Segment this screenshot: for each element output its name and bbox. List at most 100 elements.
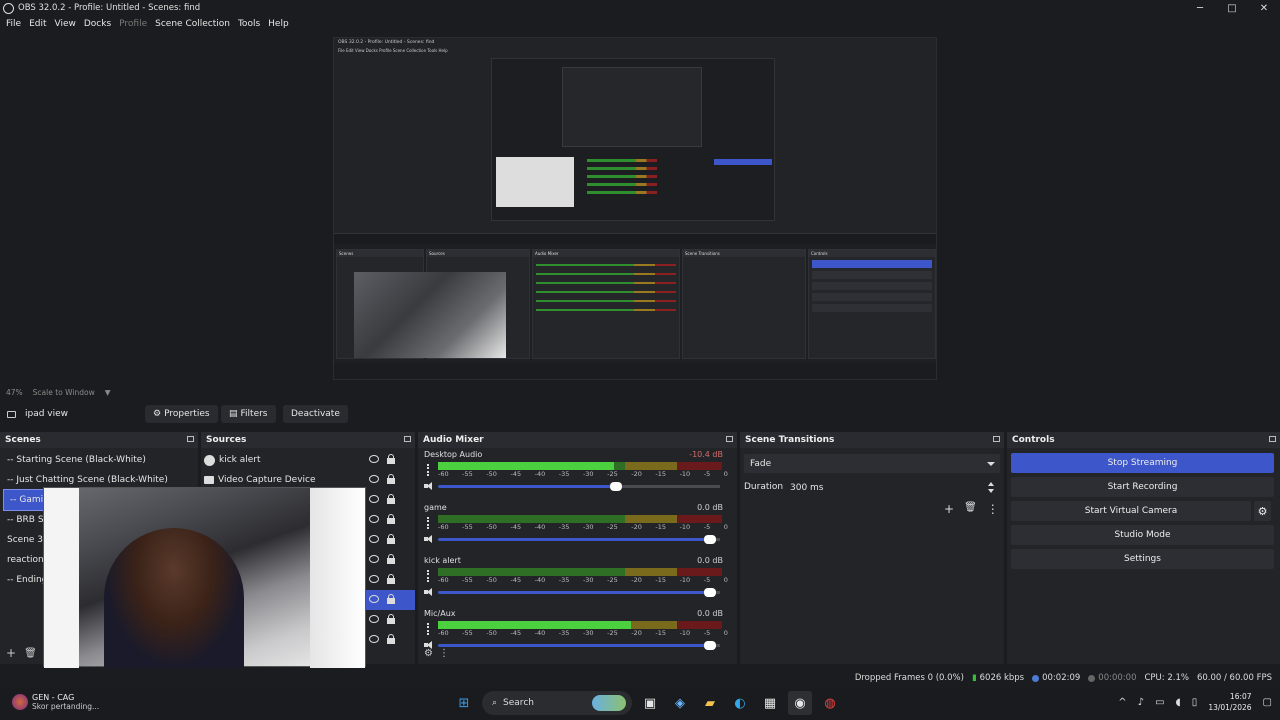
widget-score[interactable]: GEN - CAG Skor pertanding... (12, 693, 99, 711)
chrome-icon[interactable]: ◍ (818, 691, 842, 715)
visibility-icon[interactable] (369, 515, 379, 523)
menu-profile[interactable]: Profile (115, 19, 151, 29)
zoom-level[interactable]: 47% (6, 388, 23, 397)
lock-icon[interactable] (387, 494, 395, 504)
virtual-camera-settings-icon[interactable]: ⚙ (1254, 501, 1271, 521)
stream-time: 00:02:09 (1042, 673, 1081, 683)
lock-icon[interactable] (387, 474, 395, 484)
task-view-icon[interactable]: ▣ (638, 691, 662, 715)
menu-tools[interactable]: Tools (234, 19, 264, 29)
volume-slider[interactable] (438, 535, 720, 544)
remove-scene-button[interactable]: 🗑 (24, 648, 37, 659)
properties-button[interactable]: ⚙ Properties (145, 405, 218, 423)
visibility-icon[interactable] (369, 535, 379, 543)
network-icon[interactable]: ▭ (1155, 697, 1164, 708)
obs-icon[interactable]: ◉ (788, 691, 812, 715)
battery-icon[interactable]: ▯ (1192, 697, 1198, 708)
lock-icon[interactable] (387, 454, 395, 464)
speaker-icon[interactable] (424, 482, 434, 490)
menu-docks[interactable]: Docks (80, 19, 115, 29)
lock-icon[interactable] (387, 514, 395, 524)
visibility-icon[interactable] (369, 475, 379, 483)
preview-area[interactable]: OBS 32.0.2 - Profile: Untitled - Scenes:… (0, 32, 1280, 384)
start-recording-button[interactable]: Start Recording (1011, 477, 1274, 497)
channel-menu-icon[interactable] (427, 517, 430, 529)
mixer-menu-icon[interactable]: ⋮ (439, 648, 449, 659)
speaker-icon[interactable] (424, 535, 434, 543)
meter-ticks: -60 -55 -50 -45 -40 -35 -30 -25 -20 -15 -10 -5 0 (438, 576, 728, 586)
minimize-button[interactable]: ─ (1184, 0, 1216, 16)
scene-item[interactable]: -- Starting Scene (Black-White) (0, 450, 198, 470)
lock-icon[interactable] (387, 554, 395, 564)
filter-icon: ▤ (229, 409, 238, 419)
increment-icon[interactable] (988, 482, 994, 486)
undock-icon[interactable] (1269, 436, 1276, 442)
add-scene-button[interactable]: + (6, 646, 16, 660)
visibility-icon[interactable] (369, 595, 379, 603)
lock-icon[interactable] (387, 534, 395, 544)
undock-icon[interactable] (187, 436, 194, 442)
stop-streaming-button[interactable]: Stop Streaming (1011, 453, 1274, 473)
remove-transition-icon[interactable]: 🗑 (964, 502, 977, 516)
edge-icon[interactable]: ◐ (728, 691, 752, 715)
undock-icon[interactable] (726, 436, 733, 442)
channel-menu-icon[interactable] (427, 570, 430, 582)
visibility-icon[interactable] (369, 615, 379, 623)
preview-canvas[interactable]: OBS 32.0.2 - Profile: Untitled - Scenes:… (333, 37, 937, 380)
windows-start-icon[interactable]: ⊞ (452, 691, 476, 715)
volume-knob[interactable] (610, 482, 623, 491)
duration-input[interactable]: 300 ms (784, 478, 998, 497)
visibility-icon[interactable] (369, 575, 379, 583)
menu-edit[interactable]: Edit (25, 19, 50, 29)
record-time: 00:00:00 (1098, 673, 1137, 683)
chevron-up-icon[interactable]: ^ (1118, 697, 1126, 708)
menu-help[interactable]: Help (264, 19, 293, 29)
start-virtual-camera-button[interactable]: Start Virtual Camera (1011, 501, 1251, 521)
visibility-icon[interactable] (369, 455, 379, 463)
add-transition-icon[interactable]: + (944, 502, 954, 516)
volume-slider[interactable] (438, 588, 720, 597)
source-item[interactable]: kick alert (201, 450, 415, 470)
lock-icon[interactable] (387, 574, 395, 584)
visibility-icon[interactable] (369, 495, 379, 503)
channel-menu-icon[interactable] (427, 623, 430, 635)
volume-knob[interactable] (703, 588, 716, 597)
menu-scene-collection[interactable]: Scene Collection (151, 19, 234, 29)
studio-mode-button[interactable]: Studio Mode (1011, 525, 1274, 545)
menu-view[interactable]: View (51, 19, 80, 29)
visibility-icon[interactable] (369, 635, 379, 643)
transition-menu-icon[interactable]: ⋮ (987, 502, 999, 516)
maximize-button[interactable]: □ (1216, 0, 1248, 16)
nested-mixer-panel: Audio Mixer (532, 249, 680, 359)
undock-icon[interactable] (993, 436, 1000, 442)
volume-knob[interactable] (703, 535, 716, 544)
settings-button[interactable]: Settings (1011, 549, 1274, 569)
scale-dropdown-icon[interactable]: ▼ (105, 388, 111, 397)
transition-select[interactable]: Fade (744, 454, 1000, 473)
microphone-icon[interactable]: ♪ (1138, 697, 1144, 708)
webcam-overlay[interactable] (43, 487, 366, 668)
deactivate-button[interactable]: Deactivate (283, 405, 348, 423)
undock-icon[interactable] (404, 436, 411, 442)
channel-menu-icon[interactable] (427, 464, 430, 476)
close-button[interactable]: ✕ (1248, 0, 1280, 16)
lock-icon[interactable] (387, 594, 395, 604)
mixer-settings-icon[interactable]: ⚙ (424, 648, 433, 659)
file-explorer-icon[interactable]: ▰ (698, 691, 722, 715)
lock-icon[interactable] (387, 634, 395, 644)
tick-label: 0 (723, 523, 728, 531)
filters-button[interactable]: ▤ Filters (221, 405, 276, 423)
visibility-icon[interactable] (369, 555, 379, 563)
volume-icon[interactable]: ◖ (1176, 697, 1181, 708)
lock-icon[interactable] (387, 614, 395, 624)
store-icon[interactable]: ▦ (758, 691, 782, 715)
speaker-icon[interactable] (424, 588, 434, 596)
notification-icon[interactable]: ▢ (1263, 697, 1272, 708)
menu-file[interactable]: File (2, 19, 25, 29)
scale-mode[interactable]: Scale to Window (33, 388, 95, 397)
clock[interactable]: 16:07 13/01/2026 (1208, 691, 1251, 713)
copilot-icon[interactable]: ◈ (668, 691, 692, 715)
taskbar-search[interactable]: ⌕ Search (482, 691, 632, 715)
volume-slider[interactable] (438, 482, 720, 491)
decrement-icon[interactable] (988, 489, 994, 493)
